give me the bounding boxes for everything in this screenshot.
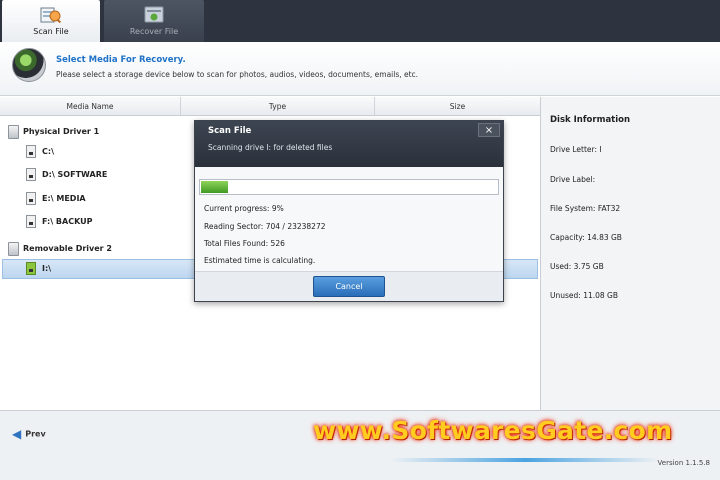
group-label: Removable Driver 2 — [23, 244, 112, 253]
drive-icon — [26, 192, 36, 205]
cancel-button[interactable]: Cancel — [313, 276, 385, 297]
scan-progress-bar — [199, 179, 499, 195]
dialog-footer: Cancel — [195, 271, 503, 301]
total-files-found-text: Total Files Found: 526 — [204, 239, 285, 248]
prev-label: Prev — [25, 429, 46, 439]
drive-icon — [26, 168, 36, 181]
drive-label: E:\ MEDIA — [42, 194, 86, 203]
header-title: Select Media For Recovery. — [56, 55, 186, 65]
header-description: Please select a storage device below to … — [56, 70, 419, 79]
drive-label: I:\ — [42, 264, 52, 273]
dialog-subtitle: Scanning drive I: for deleted files — [208, 143, 333, 152]
drive-item-e[interactable]: E:\ MEDIA — [26, 191, 86, 207]
group-removable-driver[interactable]: Removable Driver 2 — [8, 241, 112, 257]
tab-scan-file-label: Scan File — [33, 27, 69, 36]
prev-button[interactable]: ◀ Prev — [12, 427, 46, 441]
scan-file-icon — [40, 7, 62, 24]
disk-used: Used: 3.75 GB — [550, 262, 604, 271]
drive-item-f[interactable]: F:\ BACKUP — [26, 214, 93, 230]
dialog-body: Current progress: 9% Reading Sector: 704… — [195, 167, 503, 271]
disk-capacity: Capacity: 14.83 GB — [550, 233, 622, 242]
current-progress-text: Current progress: 9% — [204, 204, 284, 213]
recover-file-icon — [144, 6, 164, 23]
tab-recover-file-label: Recover File — [129, 27, 179, 36]
column-size[interactable]: Size — [375, 97, 540, 116]
drive-item-i[interactable]: I:\ — [26, 261, 51, 277]
column-type[interactable]: Type — [181, 97, 375, 116]
drive-label: D:\ SOFTWARE — [42, 170, 108, 179]
version-label: Version 1.1.5.8 — [657, 459, 710, 467]
disk-drive-letter: Drive Letter: I — [550, 145, 602, 154]
column-media-name[interactable]: Media Name — [0, 97, 181, 116]
drive-icon — [26, 145, 36, 158]
disc-scan-icon — [12, 48, 46, 82]
disk-info-title: Disk Information — [550, 115, 631, 125]
disk-drive-label: Drive Label: — [550, 175, 596, 184]
tab-scan-file[interactable]: Scan File — [2, 0, 100, 42]
scan-file-dialog: Scan File Scanning drive I: for deleted … — [194, 120, 504, 302]
arrow-left-icon: ◀ — [12, 427, 22, 441]
hard-disk-icon — [8, 241, 19, 256]
drive-label: C:\ — [42, 147, 54, 156]
disk-file-system: File System: FAT32 — [550, 204, 621, 213]
dialog-title: Scan File — [208, 126, 252, 136]
disk-information-panel: Disk Information Drive Letter: I Drive L… — [540, 97, 720, 410]
media-table-header: Media Name Type Size — [0, 97, 540, 116]
watermark-text: www.SoftwaresGate.com — [313, 416, 673, 445]
drive-item-c[interactable]: C:\ — [26, 144, 54, 160]
scan-progress-fill — [201, 181, 228, 193]
group-label: Physical Driver 1 — [23, 127, 100, 136]
drive-icon — [26, 215, 36, 228]
usb-drive-icon — [26, 262, 36, 275]
group-physical-driver[interactable]: Physical Driver 1 — [8, 124, 99, 140]
reading-sector-text: Reading Sector: 704 / 23238272 — [204, 222, 326, 231]
drive-item-d[interactable]: D:\ SOFTWARE — [26, 167, 107, 183]
tab-recover-file[interactable]: Recover File — [104, 0, 204, 42]
close-icon[interactable]: × — [478, 123, 500, 137]
estimated-time-text: Estimated time is calculating. — [204, 256, 316, 265]
dialog-header: Scan File Scanning drive I: for deleted … — [195, 121, 503, 167]
top-tab-bar: Scan File Recover File — [0, 0, 720, 42]
header-strip: Select Media For Recovery. Please select… — [0, 42, 720, 96]
hard-disk-icon — [8, 124, 19, 139]
disk-unused: Unused: 11.08 GB — [550, 291, 619, 300]
watermark-underline — [390, 458, 660, 462]
drive-label: F:\ BACKUP — [42, 217, 93, 226]
